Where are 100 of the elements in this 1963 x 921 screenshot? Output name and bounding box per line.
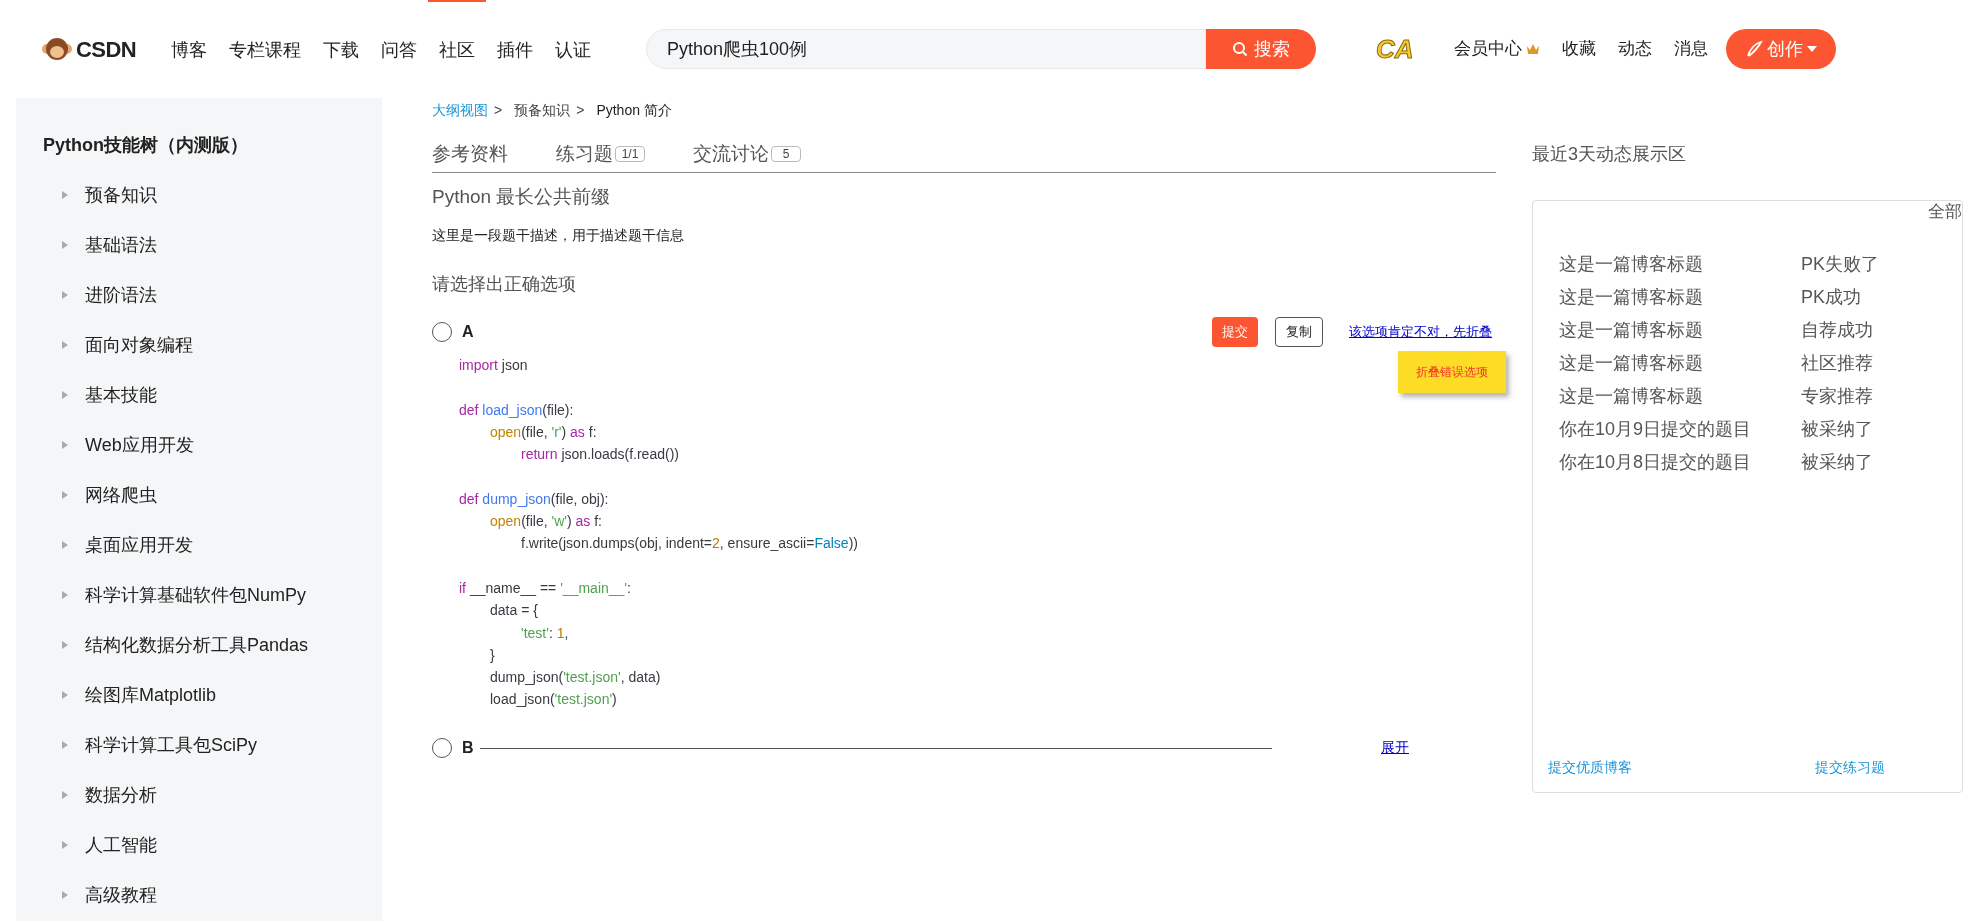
activity-status: 社区推荐 [1801,352,1873,375]
logo-text[interactable]: CSDN [76,32,137,66]
breadcrumb-separator: > [576,101,585,120]
nav-link[interactable]: 问答 [370,0,428,98]
caret-right-icon[interactable] [61,791,69,799]
header-link[interactable]: 收藏 [1561,36,1596,62]
radio-button[interactable] [432,737,452,758]
caret-right-icon[interactable] [61,291,69,299]
code-line: open(file, 'r') as f: [490,423,597,440]
caret-right-icon[interactable] [61,841,69,849]
header-link[interactable]: 动态 [1617,36,1652,62]
filter-link[interactable]: 全部 [1928,201,1962,223]
question-description: 这里是一段题干描述，用于描述题干信息 [432,226,685,245]
activity-title: 最近3天动态展示区 [1532,143,1687,165]
nav-link[interactable]: 下载 [312,0,370,98]
caret-right-icon[interactable] [61,491,69,499]
activity-subject[interactable]: 这是一篇博客标题 [1559,248,1801,281]
nav-link[interactable]: 插件 [486,0,544,98]
option-label: B [462,737,474,758]
radio-button[interactable] [432,322,452,342]
caret-icon [1806,45,1817,53]
code-line: import json [459,357,528,373]
sidebar-title: Python技能树（内测版） [42,133,249,157]
search-field[interactable]: Python爬虫100例 [646,29,1206,69]
crown-icon [1525,43,1540,55]
sidebar-item[interactable]: 预备知识 [85,181,157,209]
activity-status: PK成功 [1801,286,1861,309]
activity-subject[interactable]: 这是一篇博客标题 [1559,347,1801,380]
code-line: f.write(json.dumps(obj, indent=2, ensure_ascii=False)) [521,535,858,552]
sidebar-item[interactable]: 数据分析 [85,781,157,809]
caret-right-icon[interactable] [61,891,69,899]
header-link[interactable]: 消息 [1673,36,1708,62]
sidebar-item[interactable]: 基础语法 [85,231,157,259]
sidebar-item[interactable]: 进阶语法 [85,281,157,309]
caret-right-icon[interactable] [61,591,69,599]
nav-link[interactable]: 社区 [428,0,486,98]
code-line: if __name__ == '__main__': [459,579,631,596]
activity-status: 被采纳了 [1801,451,1873,474]
footer-link[interactable]: 提交优质博客 [1548,757,1815,778]
tab[interactable]: 交流讨论 [693,139,769,169]
nav-link[interactable]: 认证 [544,0,602,98]
code-line: load_json('test.json') [490,691,617,708]
sidebar-item[interactable]: Web应用开发 [85,431,194,459]
code-line: dump_json('test.json', data) [490,669,661,686]
activity-status: PK失败了 [1801,253,1879,276]
tooltip: 折叠错误选项 [1398,351,1506,393]
sidebar-item[interactable]: 科学计算基础软件包NumPy [85,581,306,609]
caret-right-icon[interactable] [61,541,69,549]
sidebar-item[interactable]: 人工智能 [85,831,157,859]
code-line: 'test': 1, [521,624,569,641]
sidebar-item[interactable]: 面向对象编程 [85,331,193,359]
caret-right-icon[interactable] [61,341,69,349]
code-line: open(file, 'w') as f: [490,513,602,530]
breadcrumb-item[interactable]: Python 简介 [596,100,672,120]
sidebar-item[interactable]: 桌面应用开发 [85,531,193,559]
option-label: A [462,322,474,342]
breadcrumb-item[interactable]: 预备知识 [514,100,571,120]
search-icon [1232,41,1248,57]
caret-right-icon[interactable] [61,241,69,249]
activity-subject[interactable]: 你在10月9日提交的题目 [1559,413,1801,446]
activity-subject[interactable]: 你在10月8日提交的题目 [1559,446,1801,479]
activity-subject[interactable]: 这是一篇博客标题 [1559,281,1801,314]
caret-right-icon[interactable] [61,191,69,199]
code-line: def dump_json(file, obj): [459,490,609,507]
caret-right-icon[interactable] [61,641,69,649]
nav-link[interactable]: 博客 [160,0,218,98]
logo-icon [42,36,72,62]
fold-link[interactable]: 该选项肯定不对，先折叠 [1349,322,1492,342]
code-line: } [490,646,495,663]
question-title: Python 最长公共前缀 [432,185,612,209]
caret-right-icon[interactable] [61,441,69,449]
activity-status: 自荐成功 [1801,319,1873,342]
sidebar-item[interactable]: 绘图库Matplotlib [85,681,217,709]
sidebar-item[interactable]: 科学计算工具包SciPy [85,731,257,759]
code-line: return json.loads(f.read()) [521,446,679,463]
sidebar-item[interactable]: 基本技能 [85,381,157,409]
header-link[interactable]: 会员中心 [1453,36,1522,62]
code-line: data = { [490,602,538,619]
count-badge: 1/1 [615,146,645,162]
code-line: def load_json(file): [459,401,574,418]
sidebar-item[interactable]: 结构化数据分析工具Pandas [85,631,309,659]
expand-link[interactable]: 展开 [1381,737,1409,759]
activity-status: 被采纳了 [1801,418,1873,441]
breadcrumb-separator: > [494,101,503,120]
pen-icon [1744,40,1763,58]
tab[interactable]: 参考资料 [432,139,508,169]
sidebar-item[interactable]: 网络爬虫 [85,481,157,509]
caret-right-icon[interactable] [61,691,69,699]
activity-subject[interactable]: 这是一篇博客标题 [1559,380,1801,413]
count-badge: 5 [771,146,801,162]
sidebar-item[interactable]: 高级教程 [85,881,157,909]
caret-right-icon[interactable] [61,391,69,399]
nav-link[interactable]: 专栏课程 [218,0,312,98]
activity-status: 专家推荐 [1801,385,1873,408]
caret-right-icon[interactable] [61,741,69,749]
tab[interactable]: 练习题 [556,139,613,169]
activity-subject[interactable]: 这是一篇博客标题 [1559,314,1801,347]
copy-button[interactable]: 复制 [1275,317,1323,347]
question-prompt: 请选择出正确选项 [432,273,577,296]
footer-link[interactable]: 提交练习题 [1815,757,1885,778]
